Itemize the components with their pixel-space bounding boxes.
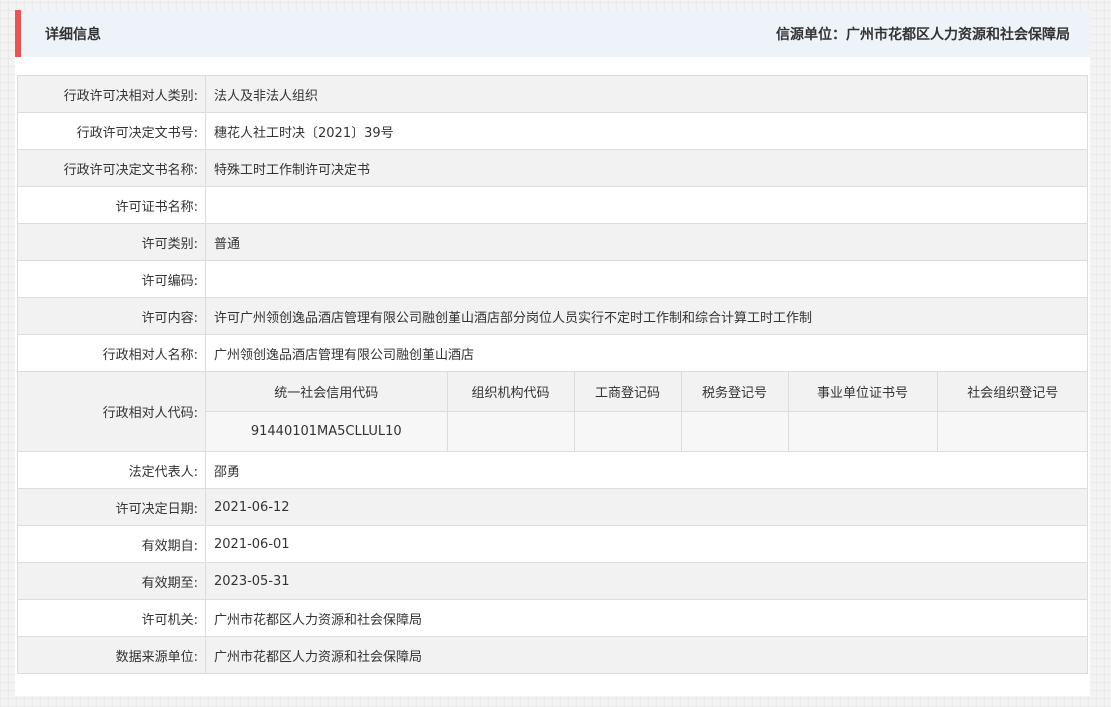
field-value: 广州市花都区人力资源和社会保障局 (205, 599, 1088, 637)
table-row: 有效期自: 2021-06-01 (17, 525, 1088, 563)
field-label: 许可机关: (17, 599, 206, 637)
field-value: 广州领创逸品酒店管理有限公司融创堇山酒店 (205, 334, 1088, 372)
field-value: 广州市花都区人力资源和社会保障局 (205, 636, 1088, 674)
table-row: 许可内容: 许可广州领创逸品酒店管理有限公司融创堇山酒店部分岗位人员实行不定时工… (17, 297, 1088, 335)
code-value: 91440101MA5CLLUL10 (206, 411, 448, 451)
detail-table: 行政许可决相对人类别: 法人及非法人组织 行政许可决定文书号: 穗花人社工时决〔… (17, 75, 1088, 674)
code-header: 统一社会信用代码 (206, 372, 448, 412)
field-label: 许可证书名称: (17, 186, 206, 224)
field-value: 普通 (205, 223, 1088, 261)
panel-header: 详细信息 信源单位：广州市花都区人力资源和社会保障局 (15, 10, 1090, 57)
panel-title: 详细信息 (45, 27, 101, 43)
field-label: 许可编码: (17, 260, 206, 298)
field-label: 有效期自: (17, 525, 206, 563)
field-label: 法定代表人: (17, 451, 206, 489)
code-header: 税务登记号 (681, 372, 789, 412)
table-row: 有效期至: 2023-05-31 (17, 562, 1088, 600)
field-value: 法人及非法人组织 (205, 75, 1088, 113)
code-value-row: 91440101MA5CLLUL10 (206, 411, 1088, 451)
table-row: 法定代表人: 邵勇 (17, 451, 1088, 489)
field-value (205, 260, 1088, 298)
field-value: 2021-06-12 (205, 488, 1088, 526)
field-label: 许可决定日期: (17, 488, 206, 526)
field-label: 行政许可决定文书号: (17, 112, 206, 150)
code-header: 事业单位证书号 (788, 372, 938, 412)
field-label: 数据来源单位: (17, 636, 206, 674)
code-value (574, 411, 682, 451)
field-value: 特殊工时工作制许可决定书 (205, 149, 1088, 187)
table-row: 许可编码: (17, 260, 1088, 298)
field-value: 许可广州领创逸品酒店管理有限公司融创堇山酒店部分岗位人员实行不定时工作制和综合计… (205, 297, 1088, 335)
table-row: 行政相对人代码: 统一社会信用代码 组织机构代码 工商登记码 税务登记号 事业单… (17, 371, 1088, 452)
table-row: 数据来源单位: 广州市花都区人力资源和社会保障局 (17, 636, 1088, 674)
field-label: 行政相对人代码: (17, 371, 206, 452)
code-header: 组织机构代码 (447, 372, 575, 412)
table-row: 行政许可决相对人类别: 法人及非法人组织 (17, 75, 1088, 113)
field-label: 有效期至: (17, 562, 206, 600)
field-label: 许可类别: (17, 223, 206, 261)
code-header: 工商登记码 (574, 372, 682, 412)
field-label: 行政许可决相对人类别: (17, 75, 206, 113)
code-header-row: 统一社会信用代码 组织机构代码 工商登记码 税务登记号 事业单位证书号 社会组织… (206, 372, 1088, 412)
table-row: 行政相对人名称: 广州领创逸品酒店管理有限公司融创堇山酒店 (17, 334, 1088, 372)
field-value: 穗花人社工时决〔2021〕39号 (205, 112, 1088, 150)
table-row: 行政许可决定文书名称: 特殊工时工作制许可决定书 (17, 149, 1088, 187)
code-value (681, 411, 789, 451)
table-row: 行政许可决定文书号: 穗花人社工时决〔2021〕39号 (17, 112, 1088, 150)
field-value: 邵勇 (205, 451, 1088, 489)
field-label: 行政许可决定文书名称: (17, 149, 206, 187)
code-table-cell: 统一社会信用代码 组织机构代码 工商登记码 税务登记号 事业单位证书号 社会组织… (205, 371, 1088, 452)
code-table: 统一社会信用代码 组织机构代码 工商登记码 税务登记号 事业单位证书号 社会组织… (206, 372, 1088, 451)
detail-panel: 详细信息 信源单位：广州市花都区人力资源和社会保障局 行政许可决相对人类别: 法… (15, 10, 1090, 696)
code-header: 社会组织登记号 (937, 372, 1088, 412)
field-label: 行政相对人名称: (17, 334, 206, 372)
table-row: 许可决定日期: 2021-06-12 (17, 488, 1088, 526)
code-value (447, 411, 575, 451)
source-unit: 信源单位：广州市花都区人力资源和社会保障局 (776, 27, 1070, 43)
code-value (788, 411, 938, 451)
code-value (937, 411, 1088, 451)
field-value: 2023-05-31 (205, 562, 1088, 600)
field-value: 2021-06-01 (205, 525, 1088, 563)
table-row: 许可类别: 普通 (17, 223, 1088, 261)
field-value (205, 186, 1088, 224)
table-row: 许可证书名称: (17, 186, 1088, 224)
table-row: 许可机关: 广州市花都区人力资源和社会保障局 (17, 599, 1088, 637)
field-label: 许可内容: (17, 297, 206, 335)
